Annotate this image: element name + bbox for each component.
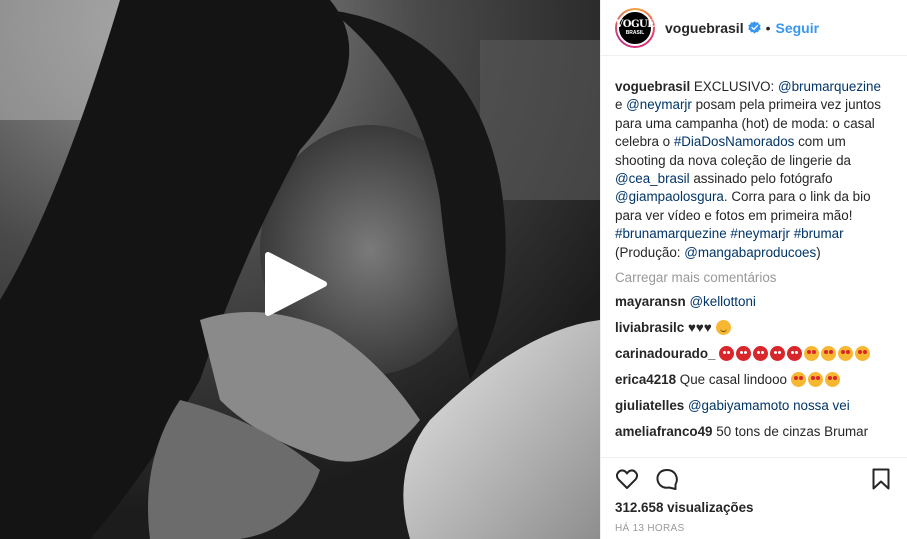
comment-username[interactable]: giuliatelles (615, 398, 684, 413)
comment-username[interactable]: ameliafranco49 (615, 424, 713, 439)
hashtag-diadosnamorados[interactable]: #DiaDosNamorados (674, 134, 795, 149)
play-icon[interactable] (262, 251, 328, 317)
heart-emoji-icon (855, 346, 871, 362)
devil-emoji-icon (770, 346, 786, 362)
comment-row: erica4218 Que casal lindooo (615, 371, 883, 389)
comment-text[interactable]: @gabiyamamoto nossa vei (688, 398, 850, 413)
comment-row: mayaransn @kellottoni (615, 293, 883, 311)
username-link[interactable]: voguebrasil (665, 20, 744, 36)
devil-emoji-icon (719, 346, 735, 362)
mention-brumarquezine[interactable]: @brumarquezine (778, 79, 881, 94)
heart-emoji-icon (790, 372, 806, 388)
hashtag-brumar[interactable]: #brumar (794, 226, 844, 241)
caption: voguebrasil EXCLUSIVO: @brumarquezine e … (615, 78, 883, 262)
comment-username[interactable]: carinadourado_ (615, 346, 715, 361)
mention-neymarjr[interactable]: @neymarjr (626, 97, 692, 112)
heart-emoji-icon (838, 346, 854, 362)
comment-text: 50 tons de cinzas Brumar (716, 424, 869, 440)
caption-text-0: EXCLUSIVO: (693, 79, 778, 94)
view-count: 312.658 visualizações (615, 500, 893, 515)
caption-username[interactable]: voguebrasil (615, 79, 690, 94)
smile-emoji-icon (715, 320, 731, 336)
comment-username[interactable]: mayaransn (615, 294, 686, 309)
caption-text-16: (Produção: (615, 244, 685, 260)
logo-line1: VOGUE (615, 18, 655, 30)
caption-text-2: e (615, 97, 627, 113)
load-more-comments-button[interactable]: Carregar mais comentários (615, 270, 883, 285)
heart-outline-icon[interactable] (615, 467, 639, 491)
speech-bubble-icon[interactable] (655, 467, 679, 491)
avatar[interactable]: VOGUE BRASIL (615, 7, 655, 48)
comment-username[interactable]: liviabrasilc (615, 320, 684, 335)
separator-dot: • (765, 19, 771, 36)
video-player[interactable] (0, 0, 600, 539)
post-footer: 312.658 visualizações HÁ 13 HORAS (601, 457, 907, 539)
devil-emoji-icon (753, 346, 769, 362)
caption-text-8: assinado pelo fotógrafo (689, 171, 833, 187)
comments-section: voguebrasil EXCLUSIVO: @brumarquezine e … (601, 56, 907, 457)
heart-emoji-icon (821, 346, 837, 362)
mention-cea-brasil[interactable]: @cea_brasil (615, 171, 690, 186)
instagram-post: VOGUE BRASIL voguebrasil • Seguir vogueb… (0, 0, 907, 539)
comment-row: liviabrasilc ♥♥♥ (615, 319, 883, 337)
post-header: VOGUE BRASIL voguebrasil • Seguir (601, 0, 907, 56)
devil-emoji-icon (736, 346, 752, 362)
comment-text[interactable]: @kellottoni (689, 294, 755, 309)
follow-button[interactable]: Seguir (776, 20, 820, 36)
hashtag-brunamarquezine[interactable]: #brunamarquezine (615, 226, 727, 241)
devil-emoji-icon (787, 346, 803, 362)
heart-emoji-icon (824, 372, 840, 388)
mention-giampaolosgura[interactable]: @giampaolosgura (615, 189, 724, 204)
comment-row: carinadourado_ (615, 345, 883, 363)
heart-emoji-icon (804, 346, 820, 362)
vogue-logo: VOGUE BRASIL (615, 9, 655, 46)
heart-emoji-icon (807, 372, 823, 388)
mention-mangabaproducoes[interactable]: @mangabaproducoes (684, 245, 816, 260)
post-sidebar: VOGUE BRASIL voguebrasil • Seguir vogueb… (600, 0, 907, 539)
verified-badge-icon (747, 21, 761, 34)
action-bar (615, 458, 893, 500)
comment-username[interactable]: erica4218 (615, 372, 676, 387)
comment-list: mayaransn @kellottoni liviabrasilc ♥♥♥ ca… (615, 293, 883, 441)
bookmark-icon[interactable] (869, 467, 893, 491)
comment-row: ameliafranco49 50 tons de cinzas Brumar (615, 423, 883, 441)
comment-text: ♥♥♥ (687, 320, 712, 336)
views-label: visualizações (667, 500, 754, 515)
caption-text-18: ) (816, 244, 821, 260)
comment-row: giuliatelles @gabiyamamoto nossa vei (615, 397, 883, 415)
hashtag-neymarjr[interactable]: #neymarjr (730, 226, 790, 241)
logo-line2: BRASIL (625, 29, 645, 36)
views-number: 312.658 (615, 500, 664, 515)
timestamp: HÁ 13 HORAS (615, 523, 685, 534)
comment-text: Que casal lindooo (679, 372, 787, 388)
